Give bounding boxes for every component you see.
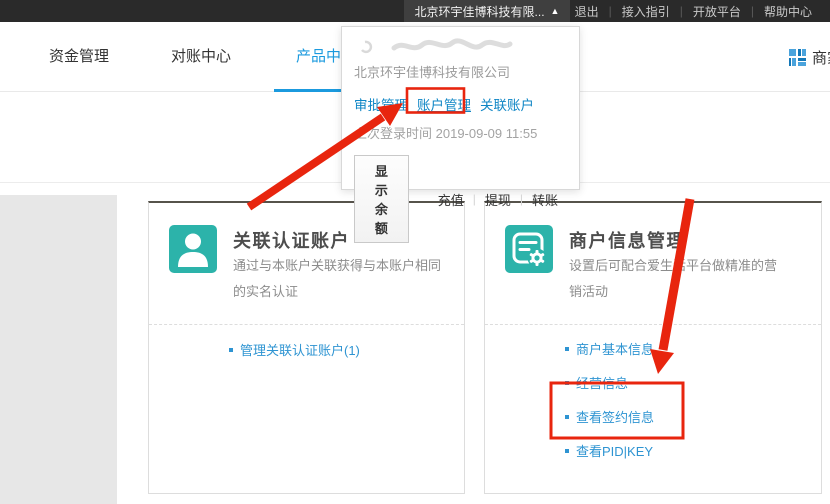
masked-account-scribble [354,37,567,57]
transfer-link[interactable]: 转账 [523,190,567,209]
logout-link[interactable]: 退出 [565,3,609,20]
card-links: 商户基本信息 经营信息 查看签约信息 查看PID|KEY [565,339,654,475]
linked-account-link[interactable]: 关联账户 [480,94,534,114]
merchant-badge-label: 商家 [812,47,830,68]
tab-reconciliation-center[interactable]: 对账中心 [149,22,253,91]
link-manage-linked-accounts[interactable]: 管理关联认证账户(1) [229,340,360,359]
card-links: 管理关联认证账户(1) [229,340,360,374]
link-label: 商户基本信息 [576,339,654,358]
recharge-link[interactable]: 充值 [429,190,473,209]
bullet-icon [565,381,569,385]
bullet-icon [565,415,569,419]
card-divider [485,324,821,325]
caret-up-icon: ▲ [551,6,560,16]
left-gray-panel [0,195,117,504]
link-label: 查看签约信息 [576,407,654,426]
approval-management-link[interactable]: 审批管理 [354,94,408,114]
card-merchant-info-management: 商户信息管理 设置后可配合爱生活平台做精准的营销活动 商户基本信息 经营信息 查… [484,201,822,494]
show-balance-button[interactable]: 显示余额 [354,155,409,243]
link-view-pid-key[interactable]: 查看PID|KEY [565,441,654,460]
link-merchant-basic-info[interactable]: 商户基本信息 [565,339,654,358]
dropdown-links: 审批管理 账户管理 关联账户 [354,94,567,114]
link-label: 查看PID|KEY [576,441,653,460]
dropdown-company-name: 北京环宇佳博科技有限公司 [354,62,567,81]
account-management-link[interactable]: 账户管理 [417,94,471,114]
integration-guide-link[interactable]: 接入指引 [612,3,680,20]
withdraw-link[interactable]: 提现 [476,190,520,209]
bullet-icon [229,348,233,352]
dropdown-actions: 充值 | 提现 | 转账 [429,190,567,209]
last-login-time: 2019-09-09 11:55 [436,126,538,141]
help-center-link[interactable]: 帮助中心 [754,3,822,20]
last-login-info: 上次登录时间 2019-09-09 11:55 [354,123,567,142]
topbar-menu: 退出 | 接入指引 | 开放平台 | 帮助中心 [565,0,822,22]
bullet-icon [565,347,569,351]
link-label: 经营信息 [576,373,628,392]
tab-funds-management[interactable]: 资金管理 [27,22,131,91]
company-selector-label: 北京环宇佳博科技有限... [415,3,545,20]
card-title: 关联认证账户 [233,227,350,253]
card-divider [149,324,464,325]
link-label: 管理关联认证账户(1) [240,340,360,359]
top-bar: 北京环宇佳博科技有限... ▲ 退出 | 接入指引 | 开放平台 | 帮助中心 [0,0,830,22]
bullet-icon [565,449,569,453]
company-account-selector[interactable]: 北京环宇佳博科技有限... ▲ [404,0,570,22]
link-view-contract-info[interactable]: 查看签约信息 [565,407,654,426]
card-description: 通过与本账户关联获得与本账户相同的实名认证 [233,253,445,305]
last-login-label: 上次登录时间 [354,126,432,141]
person-icon [169,225,217,273]
card-linked-certified-accounts: 关联认证账户 通过与本账户关联获得与本账户相同的实名认证 管理关联认证账户(1) [148,201,465,494]
link-business-info[interactable]: 经营信息 [565,373,654,392]
card-description: 设置后可配合爱生活平台做精准的营销活动 [569,253,781,305]
merchant-badge[interactable]: 商家 [789,22,830,92]
page: 北京环宇佳博科技有限... ▲ 退出 | 接入指引 | 开放平台 | 帮助中心 … [0,0,830,504]
account-dropdown-panel: 北京环宇佳博科技有限公司 审批管理 账户管理 关联账户 上次登录时间 2019-… [341,26,580,190]
dropdown-bottom-row: 显示余额 充值 | 提现 | 转账 [354,155,567,243]
card-title: 商户信息管理 [569,227,686,253]
merchant-grid-icon [789,49,806,66]
open-platform-link[interactable]: 开放平台 [683,3,751,20]
